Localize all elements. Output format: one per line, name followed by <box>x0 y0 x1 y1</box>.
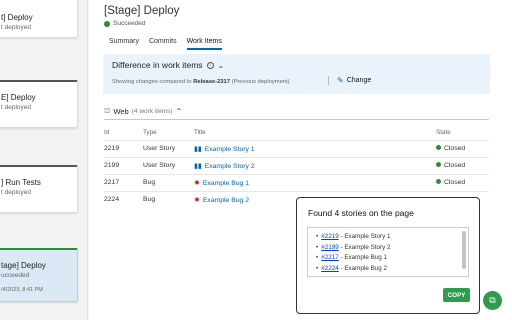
group-count: (4 work items) <box>131 108 173 115</box>
column-header: State <box>436 129 451 137</box>
stage-card-selected[interactable]: tage] Deploy ucceeded /4/2023, 8:41 PM <box>0 248 78 302</box>
stage-card-title: tage] Deploy <box>1 261 46 270</box>
cell-type: Bug <box>143 190 194 208</box>
column-header: Type <box>143 129 157 137</box>
story-text: - Example Bug 2 <box>338 264 388 272</box>
work-item-title[interactable]: Example Story 1 <box>205 146 255 153</box>
stage-card-title: t] Deploy <box>1 13 33 22</box>
cell-state: Closed <box>436 173 489 191</box>
pipeline-stages: t] Deploy t deployed E] Deploy t deploye… <box>0 0 88 320</box>
column-header: Title <box>194 129 206 137</box>
release-name: Release-2317 <box>193 79 230 85</box>
tab-work-items[interactable]: Work Items <box>186 38 222 50</box>
banner-heading: Difference in work items i ⌄ <box>112 60 224 70</box>
story-text: - Example Story 2 <box>338 243 391 251</box>
story-link[interactable]: #2219 <box>321 233 339 240</box>
list-item: #2217 - Example Bug 1 <box>316 253 468 264</box>
scrollbar[interactable] <box>462 231 466 269</box>
work-item-title[interactable]: Example Bug 2 <box>203 197 249 204</box>
cell-id: 2217 <box>104 173 143 191</box>
story-link[interactable]: #2224 <box>321 265 339 272</box>
stories-list: #2219 - Example Story 1 #2199 - Example … <box>316 232 468 274</box>
story-text: - Example Bug 1 <box>338 254 388 261</box>
compare-text: Showing changes compared to Release-2317… <box>112 79 290 85</box>
stage-card[interactable]: E] Deploy t deployed <box>0 80 78 128</box>
divider <box>104 119 489 120</box>
closed-status-icon <box>436 162 441 167</box>
list-item: #2199 - Example Story 2 <box>316 243 468 254</box>
work-item-title[interactable]: Example Story 2 <box>205 163 255 170</box>
banner-heading-text: Difference in work items <box>112 60 203 70</box>
status-line: Succeeded <box>104 20 146 27</box>
cell-state: Closed <box>436 139 489 157</box>
stage-card[interactable]: t] Deploy t deployed <box>0 0 78 38</box>
group-name: Web <box>113 107 129 116</box>
status-text: Succeeded <box>113 20 146 27</box>
difference-banner: Difference in work items i ⌄ Showing cha… <box>103 54 490 94</box>
story-link[interactable]: #2217 <box>321 254 339 261</box>
chevron-up-icon[interactable]: ⌃ <box>176 107 183 116</box>
state-text: Closed <box>444 145 466 152</box>
divider <box>328 76 329 85</box>
list-item: #2219 - Example Story 1 <box>316 232 468 243</box>
state-text: Closed <box>444 162 466 169</box>
table-header-row: Id Type Title State <box>104 126 489 140</box>
table-row[interactable]: 2199 User Story ▮▮ Example Story 2 Closed <box>104 156 489 174</box>
copy-button[interactable]: COPY <box>443 288 470 302</box>
closed-status-icon <box>436 179 441 184</box>
cell-title[interactable]: ▮▮ Example Story 1 <box>194 139 436 157</box>
cell-type: Bug <box>143 173 194 191</box>
work-item-title[interactable]: Example Bug 1 <box>203 180 249 187</box>
stage-card-status: t deployed <box>1 189 31 196</box>
copy-extension-icon[interactable]: ⧉ <box>483 291 502 310</box>
stage-card-status: t deployed <box>1 24 31 31</box>
bug-icon: ✹ <box>194 196 200 204</box>
story-link[interactable]: #2199 <box>321 244 339 251</box>
stage-card-title: E] Deploy <box>1 93 36 102</box>
stage-card-title: ] Run Tests <box>1 178 41 187</box>
stories-popup: Found 4 stories on the page #2219 - Exam… <box>296 197 480 314</box>
tab-summary[interactable]: Summary <box>109 38 139 50</box>
change-button[interactable]: ✎ Change <box>328 76 371 85</box>
cell-id: 2199 <box>104 156 143 174</box>
stories-list-box: #2219 - Example Story 1 #2199 - Example … <box>307 227 469 277</box>
change-label: Change <box>346 77 372 84</box>
story-text: - Example Story 1 <box>338 233 391 240</box>
table-row[interactable]: 2219 User Story ▮▮ Example Story 1 Closed <box>104 139 489 157</box>
cell-title[interactable]: ✹ Example Bug 1 <box>194 173 436 191</box>
chevron-down-icon[interactable]: ⌄ <box>218 61 225 70</box>
tab-commits[interactable]: Commits <box>149 38 177 50</box>
stage-card[interactable]: ] Run Tests t deployed <box>0 165 78 213</box>
cell-type: User Story <box>143 156 194 174</box>
closed-status-icon <box>436 145 441 150</box>
book-icon: ▮▮ <box>194 145 202 153</box>
cell-title[interactable]: ▮▮ Example Story 2 <box>194 156 436 174</box>
info-icon[interactable]: i <box>206 61 214 69</box>
work-item-group-header[interactable]: ⛫ Web (4 work items) ⌃ <box>104 107 182 116</box>
stage-card-status: t deployed <box>1 104 31 111</box>
table-row[interactable]: 2217 Bug ✹ Example Bug 1 Closed <box>104 173 489 191</box>
popup-heading: Found 4 stories on the page <box>308 208 414 218</box>
compare-suffix: (Previous deployment) <box>229 79 290 85</box>
cell-type: User Story <box>143 139 194 157</box>
state-text: Closed <box>444 179 466 186</box>
success-icon <box>104 20 110 27</box>
column-header: Id <box>104 129 110 137</box>
list-item: #2224 - Example Bug 2 <box>316 264 468 275</box>
bug-icon: ✹ <box>194 179 200 187</box>
tab-bar: Summary Commits Work Items <box>109 38 222 50</box>
stage-card-status: ucceeded <box>1 272 30 279</box>
cell-id: 2224 <box>104 190 143 208</box>
page-title: [Stage] Deploy <box>104 5 180 17</box>
group-icon: ⛫ <box>104 108 111 115</box>
book-icon: ▮▮ <box>194 162 202 170</box>
cell-state: Closed <box>436 156 489 174</box>
work-items-table: Id Type Title State 2219 User Story ▮▮ Ex… <box>104 126 489 208</box>
pencil-icon: ✎ <box>337 76 344 85</box>
stage-card-date: /4/2023, 8:41 PM <box>1 287 43 293</box>
compare-prefix: Showing changes compared to <box>112 79 194 85</box>
cell-id: 2219 <box>104 139 143 157</box>
